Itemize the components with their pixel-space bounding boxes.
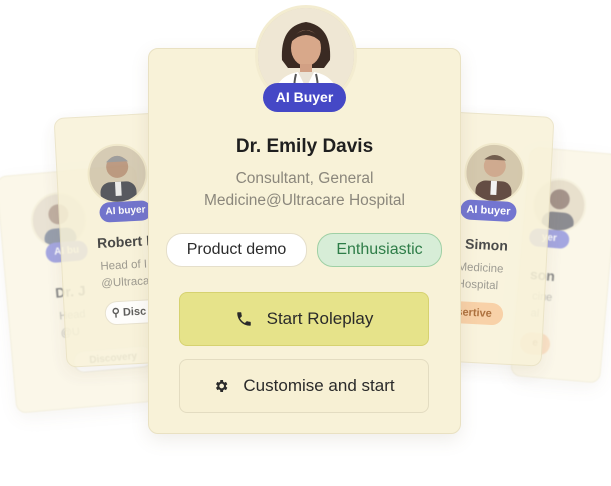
- customise-and-start-button[interactable]: Customise and start: [179, 359, 429, 413]
- gear-icon: [213, 378, 229, 394]
- buyer-name: Dr. Emily Davis: [235, 136, 374, 157]
- start-roleplay-button[interactable]: Start Roleplay: [179, 292, 429, 346]
- ai-buyer-badge: AI Buyer: [263, 83, 346, 112]
- start-roleplay-label: Start Roleplay: [266, 309, 374, 328]
- buyer-role: Head of I @Ultracar: [100, 258, 154, 290]
- tag-product-demo: Product demo: [166, 233, 307, 267]
- avatar: [86, 142, 150, 206]
- avatar: [462, 141, 526, 205]
- ai-buyer-badge: AI buyer: [459, 199, 517, 223]
- buyer-role: Consultant, General Medicine@Ultracare H…: [204, 170, 405, 209]
- search-icon: ⚲: [111, 306, 121, 320]
- phone-icon: [235, 310, 253, 328]
- buyer-role: Medicine Hospital: [456, 261, 504, 293]
- tag-enthusiastic: Enthusiastic: [317, 233, 442, 267]
- customise-and-start-label: Customise and start: [243, 376, 395, 395]
- ai-buyer-badge: AI buyer: [99, 200, 153, 223]
